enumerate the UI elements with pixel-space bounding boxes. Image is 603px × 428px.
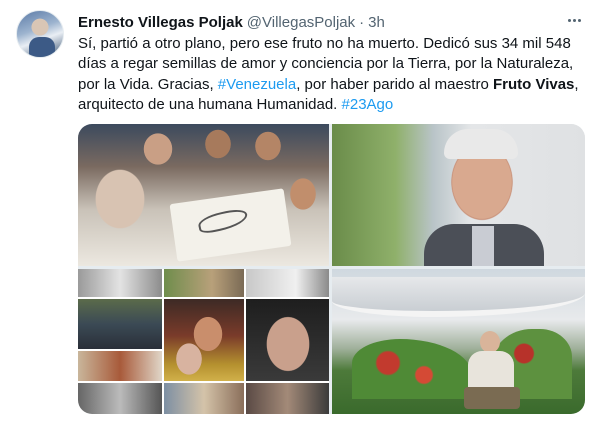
portrait-shirt — [472, 226, 494, 266]
more-options-icon[interactable] — [562, 10, 586, 30]
collage-tile — [246, 299, 329, 381]
hashtag-venezuela[interactable]: #Venezuela — [218, 76, 296, 93]
tweet[interactable]: Ernesto Villegas Poljak @VillegasPoljak … — [0, 0, 603, 428]
collage-tile — [164, 383, 244, 414]
tweet-text: Sí, partió a otro plano, pero ese fruto … — [78, 34, 588, 116]
tweet-text-part2: , por haber parido al maestro — [296, 75, 493, 93]
author-name[interactable]: Ernesto Villegas Poljak — [78, 14, 243, 31]
tweet-header: Ernesto Villegas Poljak @VillegasPoljak … — [78, 12, 385, 32]
avatar-figure — [29, 37, 55, 57]
collage-tile — [246, 269, 329, 297]
portrait-hair — [444, 129, 518, 159]
collage-tile — [164, 269, 244, 297]
avatar[interactable] — [16, 10, 64, 58]
flower-bed — [352, 339, 472, 399]
tweet-actions — [78, 420, 578, 428]
collage-tile — [78, 299, 162, 349]
hashtag-23ago[interactable]: #23Ago — [342, 96, 394, 113]
media-grid — [78, 124, 585, 414]
seated-man — [462, 329, 522, 409]
author-handle[interactable]: @VillegasPoljak — [247, 14, 355, 31]
header-separator: · — [359, 13, 365, 31]
collage-tile — [164, 299, 244, 381]
photo-children-drawing[interactable] — [78, 124, 329, 266]
photo-portrait[interactable] — [332, 124, 585, 266]
collage-tile — [78, 383, 162, 414]
photo-garden-building[interactable] — [332, 269, 585, 414]
collage-tile — [78, 269, 162, 297]
collage-tile — [78, 351, 162, 381]
photo-collage[interactable] — [78, 269, 329, 414]
tweet-timestamp[interactable]: 3h — [368, 14, 385, 31]
building-canopy — [332, 277, 585, 317]
collage-tile — [246, 383, 329, 414]
bold-name: Fruto Vivas — [492, 75, 575, 93]
